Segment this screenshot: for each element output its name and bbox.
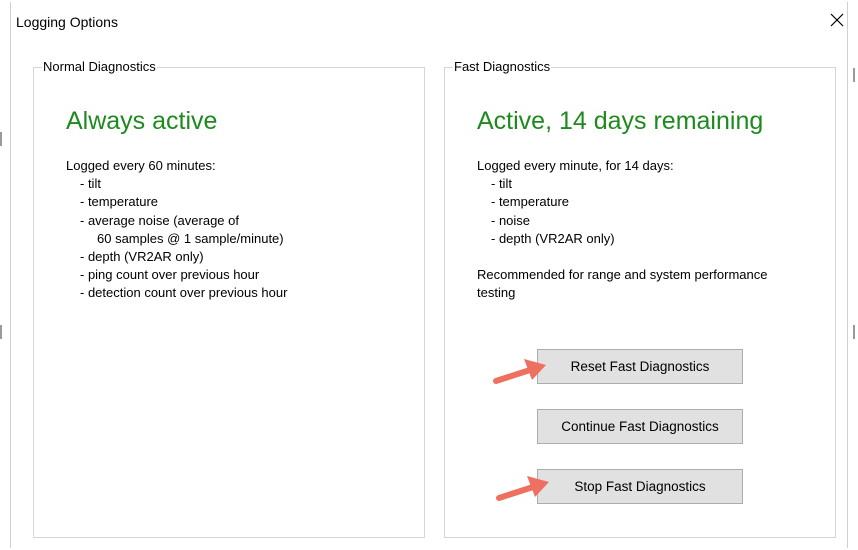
detail-line: Logged every 60 minutes: (66, 158, 216, 173)
fast-status-heading: Active, 14 days remaining (477, 107, 764, 135)
background-edge-mark (0, 325, 2, 339)
detail-line: 60 samples @ 1 sample/minute) (97, 230, 284, 246)
detail-line: - depth (VR2AR only) (80, 249, 204, 265)
annotation-arrow-stop (496, 476, 549, 501)
recommendation-line: testing (477, 285, 516, 301)
detail-line: - detection count over previous hour (80, 285, 288, 301)
fast-diagnostics-details: Logged every minute, for 14 days: - tilt… (477, 157, 674, 248)
detail-line: Logged every minute, for 14 days: (477, 158, 674, 173)
stop-fast-diagnostics-button[interactable]: Stop Fast Diagnostics (537, 469, 743, 504)
detail-line: - tilt (80, 176, 101, 192)
detail-line: - average noise (average of (80, 212, 239, 228)
fast-recommendation: Recommended for range and system perform… (477, 266, 767, 302)
normal-status-heading: Always active (66, 107, 218, 135)
annotation-arrow-reset (493, 359, 546, 384)
close-icon[interactable] (828, 11, 846, 29)
normal-diagnostics-details: Logged every 60 minutes: - tilt - temper… (66, 157, 287, 303)
background-edge-mark (853, 68, 855, 82)
detail-line: - temperature (491, 194, 570, 210)
detail-line: - noise (491, 212, 531, 228)
reset-fast-diagnostics-button[interactable]: Reset Fast Diagnostics (537, 349, 743, 384)
continue-fast-diagnostics-button[interactable]: Continue Fast Diagnostics (537, 409, 743, 444)
normal-diagnostics-label: Normal Diagnostics (42, 59, 157, 75)
fast-diagnostics-group: Fast Diagnostics (444, 59, 836, 538)
fast-diagnostics-label: Fast Diagnostics (453, 59, 552, 75)
window-title: Logging Options (16, 14, 118, 30)
recommendation-line: Recommended for range and system perform… (477, 267, 768, 282)
background-edge-mark (853, 325, 855, 339)
background-edge-mark (0, 132, 2, 146)
detail-line: - ping count over previous hour (80, 267, 260, 283)
detail-line: - temperature (80, 194, 159, 210)
detail-line: - depth (VR2AR only) (491, 230, 615, 246)
detail-line: - tilt (491, 176, 512, 192)
